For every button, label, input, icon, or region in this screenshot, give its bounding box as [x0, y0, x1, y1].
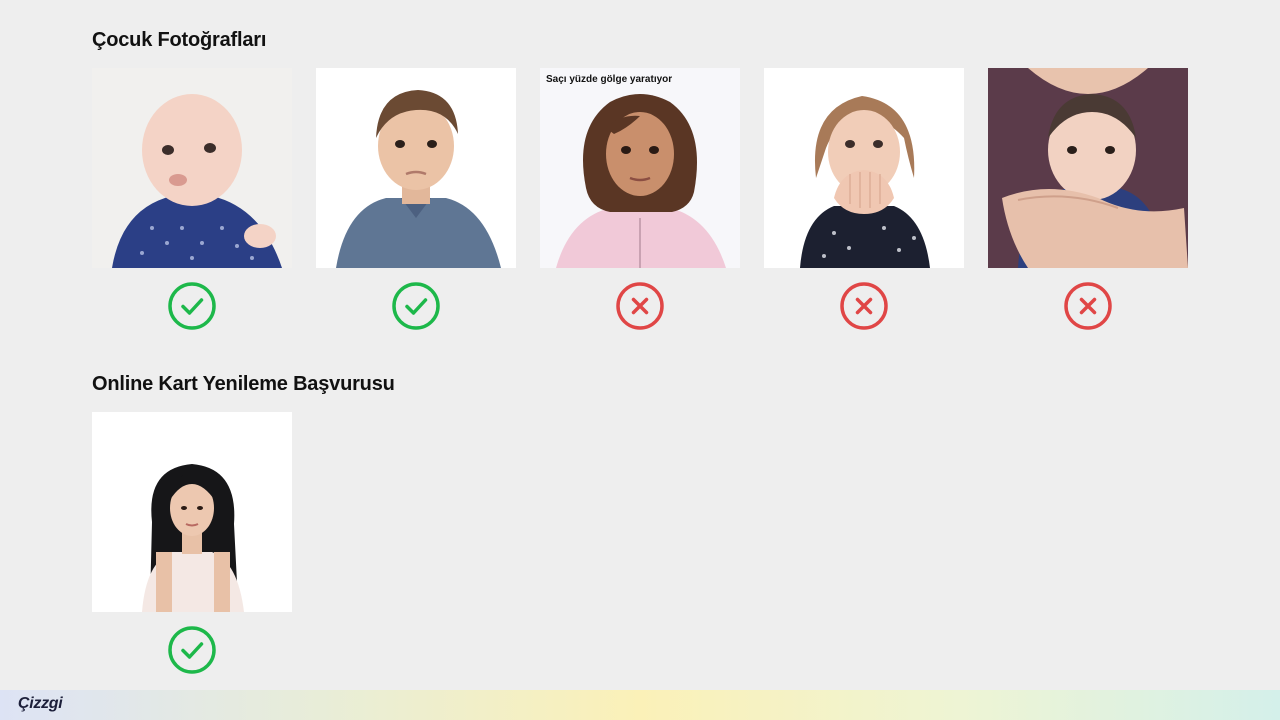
check-circle-icon [392, 282, 440, 330]
photo-caption: Saçı yüzde gölge yaratıyor [546, 74, 673, 85]
photo-girl-hands-over-mouth [764, 68, 964, 268]
photo-girl-curly-hair: Saçı yüzde gölge yaratıyor [540, 68, 740, 268]
section-title-children-photos: Çocuk Fotoğrafları [92, 29, 267, 51]
footer-bar: Çizzgi [0, 690, 1280, 720]
x-circle-icon [616, 282, 664, 330]
brand-logo: Çizzgi [18, 695, 63, 712]
photo-baby-lying [92, 68, 292, 268]
x-circle-icon [840, 282, 888, 330]
photo-baby-held-by-adult [988, 68, 1188, 268]
photo-toddler-boy [316, 68, 516, 268]
x-circle-icon [1064, 282, 1112, 330]
section-title-online-card-renewal: Online Kart Yenileme Başvurusu [92, 373, 395, 395]
check-circle-icon [168, 282, 216, 330]
check-circle-icon [168, 626, 216, 674]
photo-adult-woman [92, 412, 292, 612]
